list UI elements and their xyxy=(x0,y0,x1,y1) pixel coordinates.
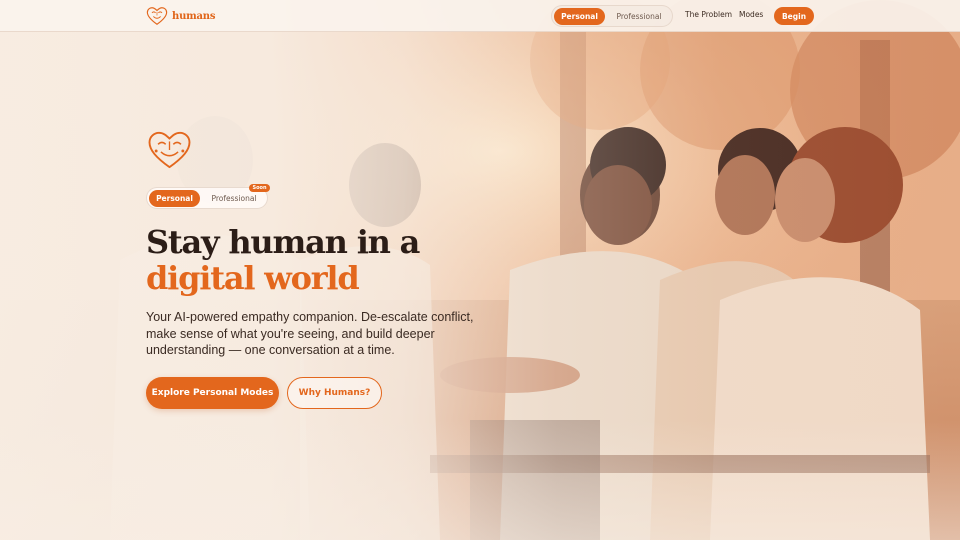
nav-mode-toggle: Personal Professional xyxy=(551,5,673,27)
nav-link-the-problem[interactable]: The Problem xyxy=(685,10,732,19)
nav-toggle-professional[interactable]: Professional xyxy=(609,8,669,25)
hero-toggle-professional[interactable]: Professional xyxy=(204,190,264,207)
headline-line-2: digital world xyxy=(146,259,360,297)
hero-overlay-bottom xyxy=(0,420,960,540)
nav-toggle-personal[interactable]: Personal xyxy=(554,8,605,25)
brand-name: humans xyxy=(172,10,216,22)
soon-badge: Soon xyxy=(249,184,270,192)
hero-headline: Stay human in a digital world xyxy=(146,224,546,296)
hero-subtext: Your AI-powered empathy companion. De-es… xyxy=(146,310,474,357)
nav-link-modes[interactable]: Modes xyxy=(739,10,763,19)
top-navbar: humans Personal Professional The Problem… xyxy=(0,0,960,32)
begin-button[interactable]: Begin xyxy=(774,7,814,25)
hero-toggle-personal[interactable]: Personal xyxy=(149,190,200,207)
heart-face-icon xyxy=(148,131,191,169)
brand-logo-link[interactable]: humans xyxy=(146,6,216,26)
explore-personal-modes-button[interactable]: Explore Personal Modes xyxy=(146,377,279,409)
heart-face-icon xyxy=(146,7,168,25)
why-humans-button[interactable]: Why Humans? xyxy=(287,377,382,409)
headline-line-1: Stay human in a xyxy=(146,223,420,261)
